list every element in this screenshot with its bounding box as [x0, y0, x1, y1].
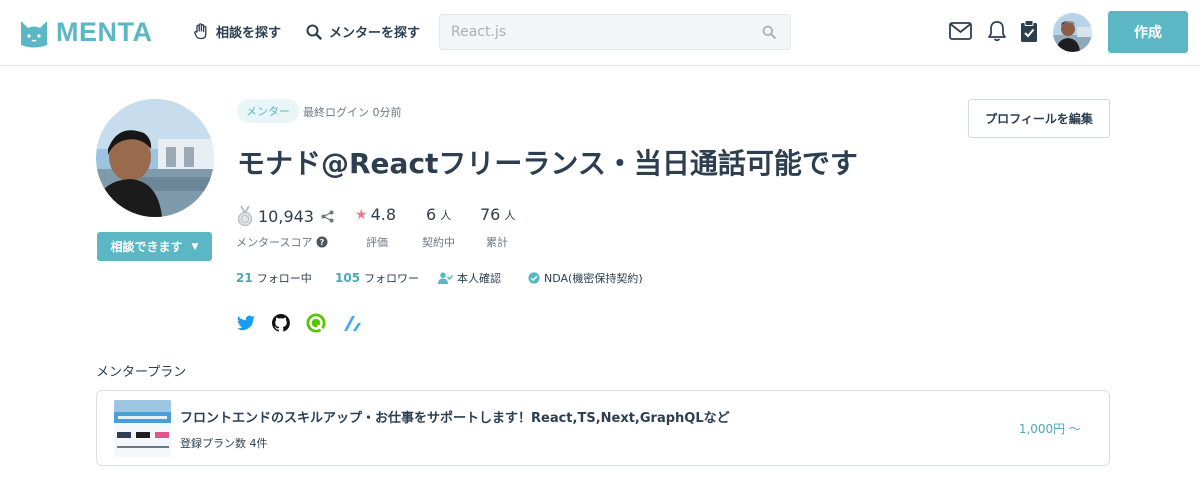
search-submit-icon[interactable]	[762, 25, 776, 39]
search-box	[439, 14, 791, 50]
share-icon[interactable]	[321, 210, 334, 223]
cat-logo-icon	[21, 21, 47, 48]
stat-contracts: 6 人 契約中	[422, 205, 455, 249]
nda-status: NDA(機密保持契約)	[528, 270, 643, 286]
contracts-unit: 人	[440, 208, 452, 222]
plan-card[interactable]: フロントエンドのスキルアップ・お仕事をサポートします！React,TS,Next…	[96, 390, 1110, 466]
identity-label: 本人確認	[457, 272, 501, 285]
plan-thumbnail	[114, 400, 171, 457]
plan-count: 登録プラン数 4件	[180, 437, 268, 450]
contracts-label: 契約中	[422, 236, 455, 249]
star-icon: ★	[355, 206, 368, 223]
help-icon[interactable]: ?	[316, 236, 328, 248]
plan-title: フロントエンドのスキルアップ・お仕事をサポートします！React,TS,Next…	[180, 411, 730, 426]
profile-title: モナド@Reactフリーランス・当日通話可能です	[237, 147, 858, 180]
profile-avatar	[96, 99, 214, 217]
consult-status-button[interactable]: 相談できます ▼	[97, 232, 212, 261]
search-icon	[306, 24, 322, 40]
mentor-badge: メンター	[237, 99, 299, 123]
logo[interactable]: MENTA	[18, 15, 153, 49]
user-avatar[interactable]	[1053, 13, 1092, 52]
zenn-icon[interactable]	[342, 313, 362, 333]
following-count: 21	[236, 271, 253, 285]
total-unit: 人	[504, 208, 516, 222]
identity-verified: 本人確認	[438, 270, 501, 286]
total-value: 76	[480, 205, 501, 224]
medal-icon	[237, 205, 253, 227]
svg-text:?: ?	[320, 238, 325, 247]
last-login: 最終ログイン 0分前	[303, 106, 402, 119]
nav-find-consultation[interactable]: 相談を探す	[193, 22, 281, 41]
followers-link[interactable]: 105 フォロワー	[335, 270, 419, 286]
qiita-icon[interactable]	[306, 313, 326, 333]
mentor-plans-heading: メンタープラン	[96, 365, 187, 380]
nav-find-consultation-label: 相談を探す	[216, 26, 282, 41]
check-circle-icon	[528, 272, 540, 284]
followers-label: フォロワー	[364, 272, 420, 285]
header: MENTA 相談を探す メンターを探す React.js 作成	[0, 0, 1200, 66]
twitter-icon[interactable]	[236, 313, 256, 333]
profile-photo	[96, 99, 214, 217]
rating-label: 評価	[366, 236, 388, 249]
clipboard-icon[interactable]	[1020, 19, 1038, 43]
rating-value: 4.8	[370, 205, 397, 224]
user-avatar-image	[1053, 13, 1092, 52]
mail-icon[interactable]	[949, 22, 972, 40]
followers-count: 105	[335, 271, 361, 285]
following-link[interactable]: 21 フォロー中	[236, 270, 312, 286]
user-check-icon	[438, 272, 453, 284]
total-label: 累計	[486, 236, 508, 249]
following-label: フォロー中	[256, 272, 312, 285]
chevron-down-icon: ▼	[191, 241, 199, 252]
hand-icon	[194, 23, 207, 40]
edit-profile-button[interactable]: プロフィールを編集	[968, 99, 1110, 138]
consult-status-label: 相談できます	[110, 240, 183, 254]
nda-label: NDA(機密保持契約)	[544, 272, 643, 285]
stat-rating: ★ 4.8 評価	[355, 205, 397, 249]
nav-find-mentor-label: メンターを探す	[329, 26, 421, 41]
stat-total: 76 人 累計	[480, 205, 516, 249]
create-button[interactable]: 作成	[1108, 11, 1188, 53]
stat-score: 10,943 メンタースコア ?	[236, 205, 334, 249]
logo-text: MENTA	[56, 16, 153, 47]
contracts-value: 6	[426, 205, 437, 224]
nav-find-mentor[interactable]: メンターを探す	[306, 22, 420, 41]
search-input[interactable]	[440, 15, 750, 49]
github-icon[interactable]	[271, 313, 291, 333]
plan-thumbnail-image	[114, 400, 171, 457]
bell-icon[interactable]	[987, 20, 1007, 42]
score-label: メンタースコア	[236, 236, 313, 249]
plan-price: 1,000円 〜	[1018, 422, 1081, 436]
score-value: 10,943	[258, 206, 314, 226]
